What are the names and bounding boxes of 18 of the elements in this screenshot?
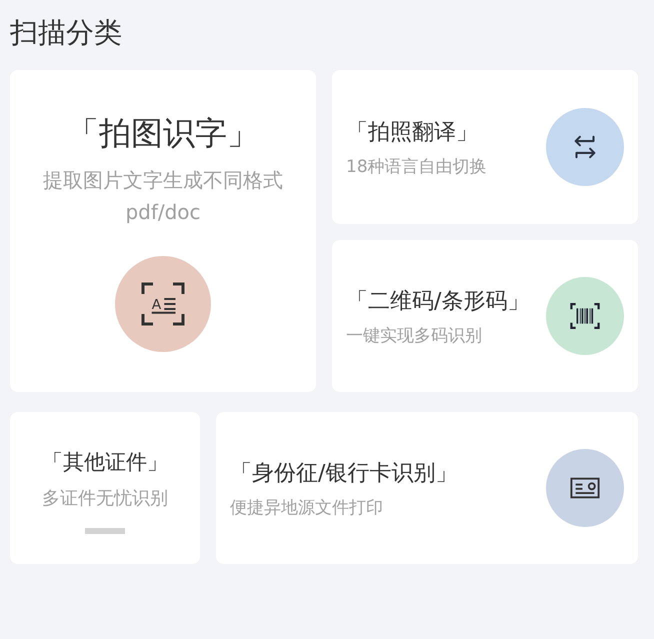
scan-card[interactable]: 「拍图识字」 提取图片文字生成不同格式 pdf/doc A <box>10 70 316 392</box>
card-title: 「拍图识字」 <box>67 113 259 154</box>
section-title: 扫描分类 <box>10 15 123 51</box>
scan-card[interactable]: 「其他证件」 多证件无忧识别 <box>10 412 200 564</box>
card-subtitle: pdf/doc <box>125 199 201 226</box>
card-subtitle: 多证件无忧识别 <box>42 487 168 510</box>
card-subtitle: 18种语言自由切换 <box>346 156 487 178</box>
card-title: 「拍照翻译」 <box>346 118 479 146</box>
card-subtitle: 一键实现多码识别 <box>346 324 483 346</box>
scan-card[interactable]: 「身份征/银行卡识别」 便捷异地源文件打印 <box>216 412 638 564</box>
card-subtitle: 便捷异地源文件打印 <box>230 496 384 518</box>
card-title: 「身份征/银行卡识别」 <box>230 460 458 488</box>
card-title: 「其他证件」 <box>42 449 168 476</box>
card-subtitle: 提取图片文字生成不同格式 <box>43 167 283 194</box>
card-title: 「二维码/条形码」 <box>346 288 530 316</box>
scan-card[interactable]: 「拍照翻译」 18种语言自由切换 <box>332 70 638 224</box>
scan-card[interactable]: 「二维码/条形码」 一键实现多码识别 <box>332 240 638 392</box>
text-scan-icon: A <box>115 256 211 352</box>
